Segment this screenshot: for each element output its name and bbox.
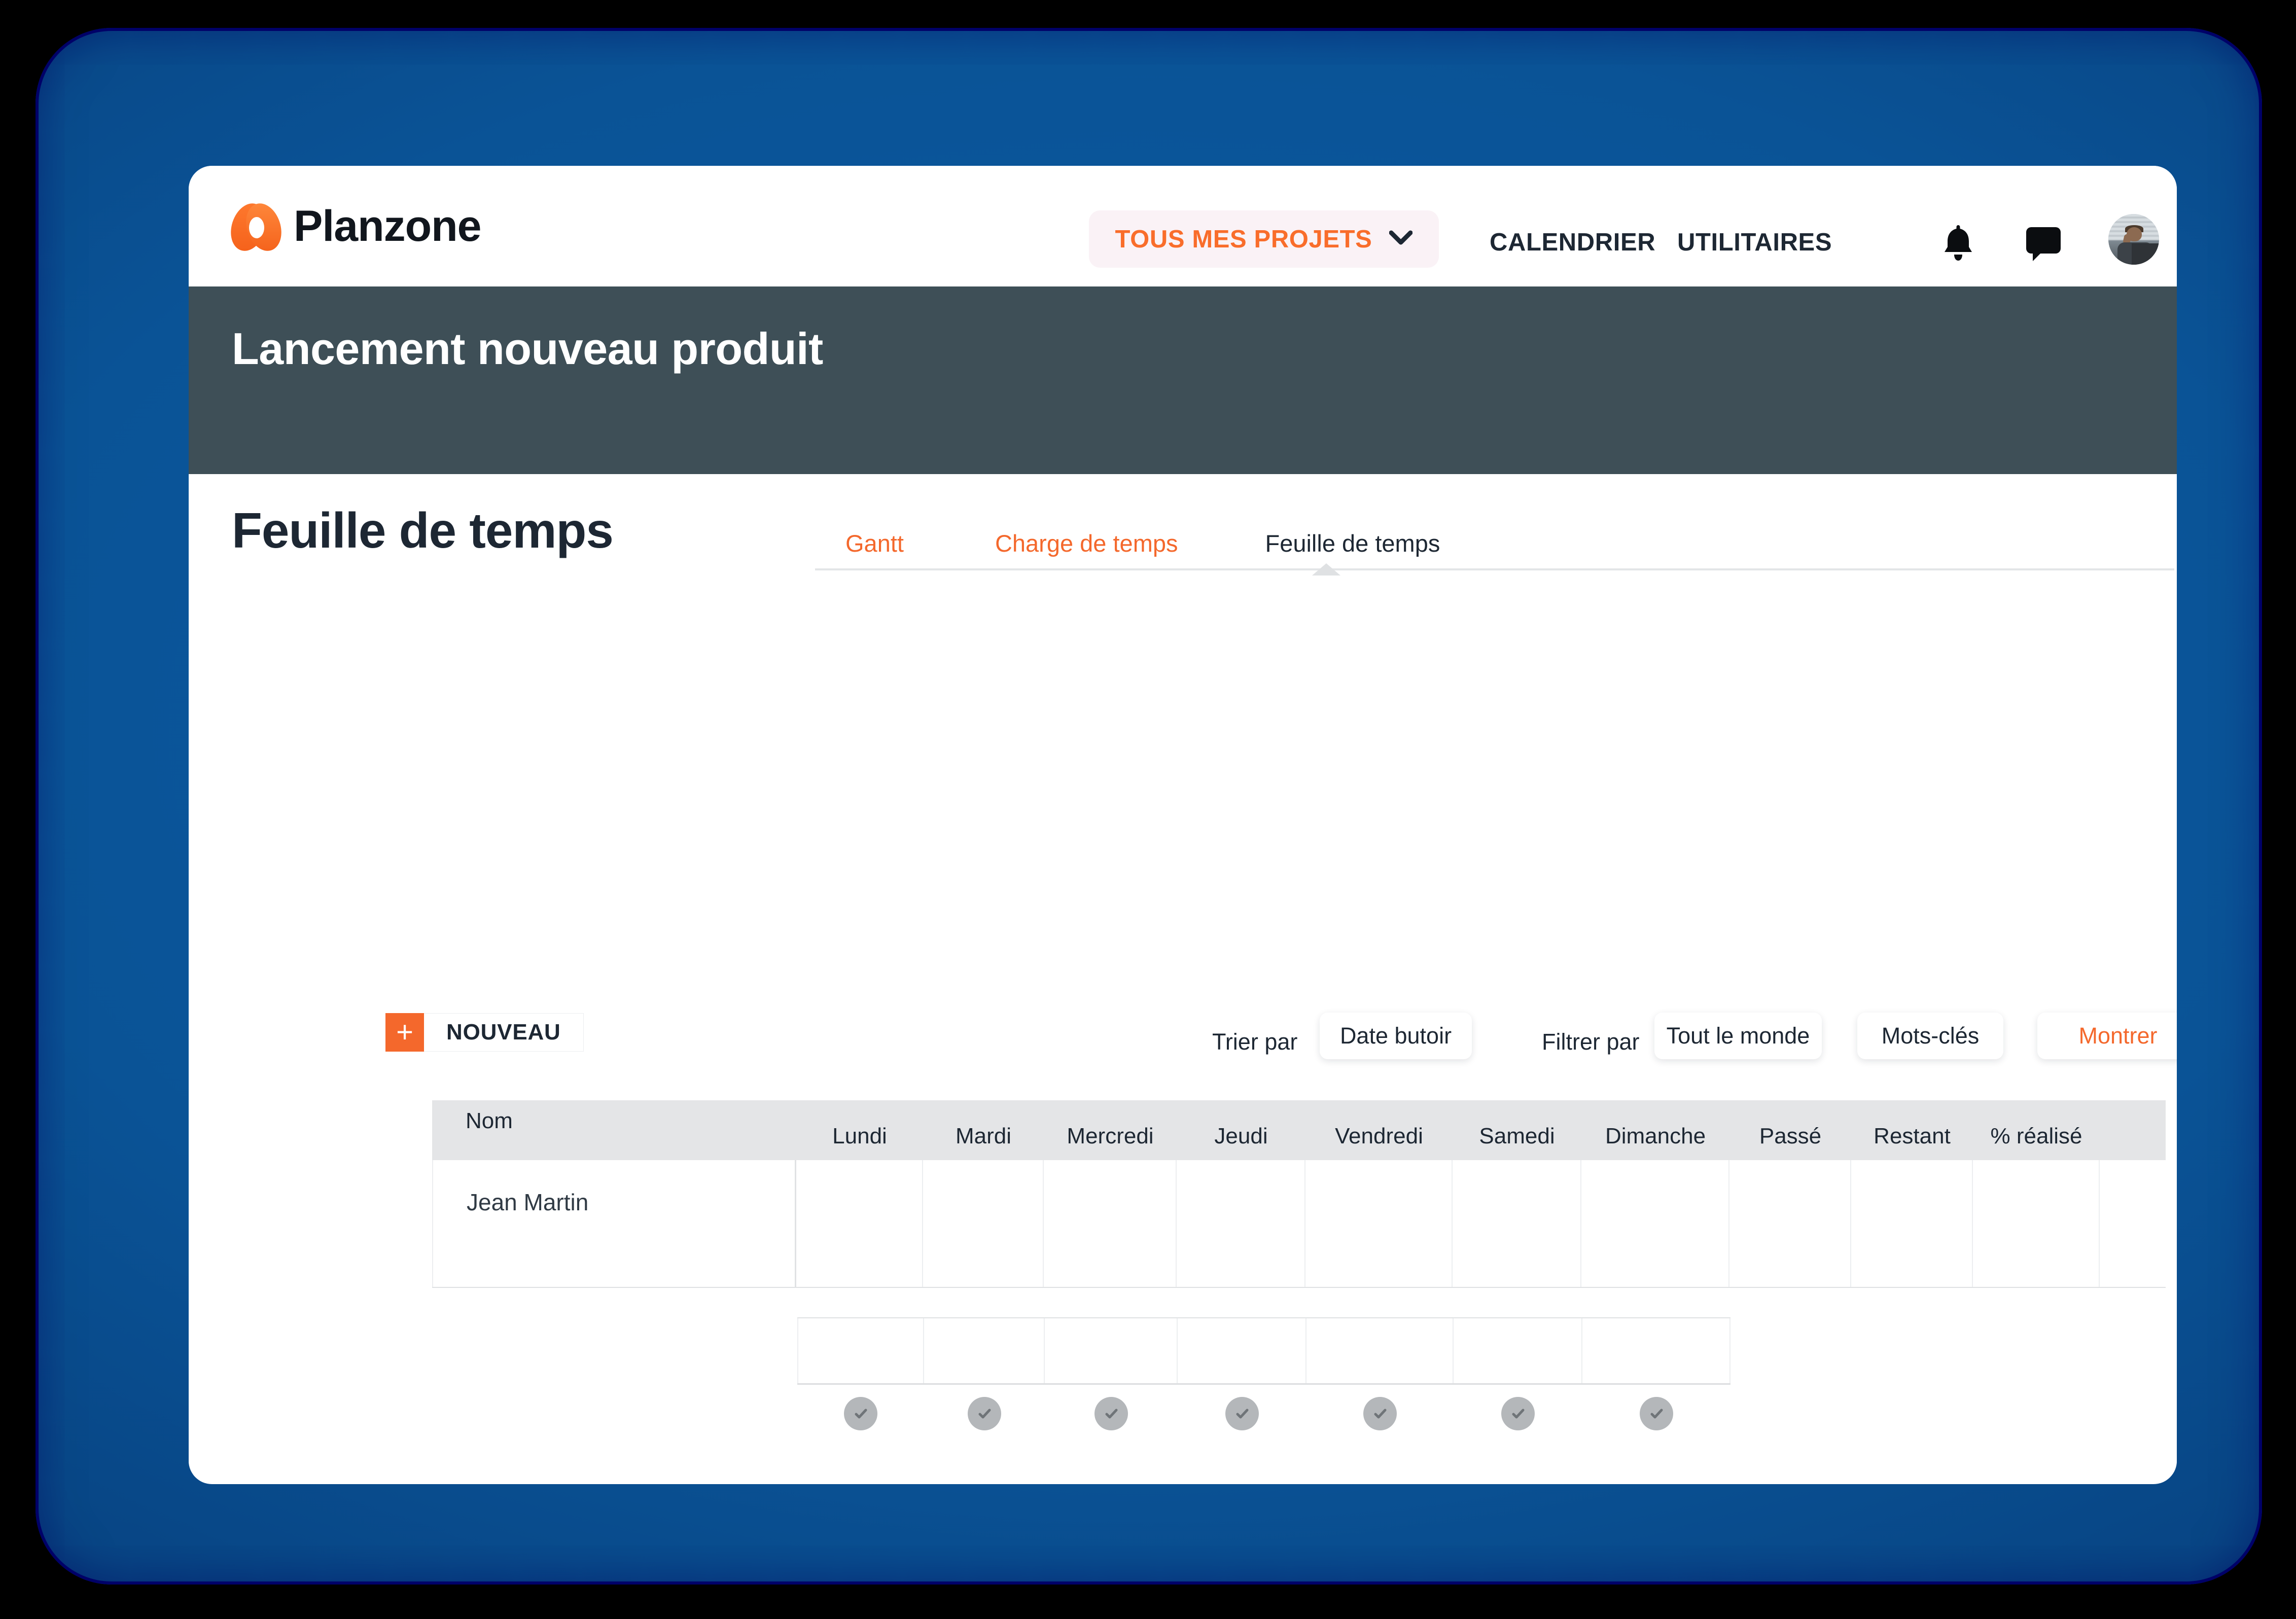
app-window: Planzone TOUS MES PROJETS CALENDRIER UTI… [189, 166, 2177, 1484]
plus-icon: + [385, 1013, 424, 1052]
filter-people-select[interactable]: Tout le monde [1654, 1013, 1822, 1059]
cell-lundi[interactable] [796, 1160, 923, 1287]
column-header-samedi[interactable]: Samedi [1453, 1124, 1581, 1160]
column-header-mardi[interactable]: Mardi [923, 1124, 1044, 1160]
chevron-down-icon [1389, 230, 1413, 248]
cell-restant[interactable] [1851, 1160, 1973, 1287]
page-project-title: Lancement nouveau produit [232, 323, 823, 374]
tab-charge-de-temps[interactable]: Charge de temps [995, 529, 1178, 557]
column-header-dimanche[interactable]: Dimanche [1581, 1124, 1729, 1160]
entry-cell[interactable] [1582, 1318, 1730, 1383]
active-tab-caret-icon [1312, 563, 1340, 575]
show-button[interactable]: Montrer [2037, 1013, 2177, 1059]
day-check-wrapper [924, 1397, 1045, 1430]
subtabs: Gantt Charge de temps Feuille de temps [815, 519, 2174, 570]
entry-cell[interactable] [797, 1318, 924, 1383]
entry-cell[interactable] [1045, 1318, 1178, 1383]
day-check-wrapper [1582, 1397, 1730, 1430]
cell-pass[interactable] [1729, 1160, 1851, 1287]
entry-cell[interactable] [1306, 1318, 1454, 1383]
entry-cell[interactable] [924, 1318, 1045, 1383]
planzone-logo-icon [225, 199, 288, 256]
tab-feuille-de-temps[interactable]: Feuille de temps [1265, 529, 1440, 557]
add-new-label: NOUVEAU [424, 1013, 584, 1052]
table-header-row: Nom Lundi Mardi Mercredi Jeudi Vendredi Samedi… [432, 1100, 2166, 1160]
avatar[interactable] [2108, 214, 2159, 265]
cell-r-alis[interactable] [1973, 1160, 2100, 1287]
timesheet-entry-row[interactable] [797, 1317, 1730, 1385]
sort-by-select[interactable]: Date butoir [1320, 1013, 1472, 1059]
project-header: Lancement nouveau produit Recherche [189, 286, 2177, 722]
entry-cell[interactable] [1454, 1318, 1582, 1383]
nav-utilitaires[interactable]: UTILITAIRES [1677, 228, 1832, 257]
check-icon[interactable] [968, 1397, 1001, 1430]
day-check-wrapper [1454, 1397, 1582, 1430]
check-icon[interactable] [1501, 1397, 1535, 1430]
timesheet-table: Nom Lundi Mardi Mercredi Jeudi Vendredi Samedi… [432, 1100, 2166, 1288]
filter-by-label: Filtrer par [1542, 1029, 1640, 1055]
column-header-nom[interactable]: Nom [432, 1108, 796, 1160]
brand-logo[interactable]: Planzone [225, 199, 482, 256]
cell-vendredi[interactable] [1305, 1160, 1453, 1287]
add-new-button[interactable]: + NOUVEAU [385, 1013, 584, 1052]
column-header-lundi[interactable]: Lundi [796, 1124, 923, 1160]
day-check-wrapper [797, 1397, 924, 1430]
sort-by-label: Trier par [1212, 1029, 1298, 1055]
day-check-row [797, 1397, 1730, 1430]
top-bar: Planzone TOUS MES PROJETS CALENDRIER UTI… [189, 166, 2177, 286]
column-header-restant[interactable]: Restant [1851, 1124, 1973, 1160]
day-check-wrapper [1306, 1397, 1454, 1430]
cell-name[interactable]: Jean Martin [432, 1160, 796, 1287]
check-icon[interactable] [844, 1397, 877, 1430]
column-header-pass[interactable]: Passé [1729, 1124, 1851, 1160]
tab-gantt[interactable]: Gantt [845, 529, 904, 557]
day-check-wrapper [1045, 1397, 1178, 1430]
device-frame: Planzone TOUS MES PROJETS CALENDRIER UTI… [36, 28, 2262, 1585]
column-header-vendredi[interactable]: Vendredi [1305, 1124, 1453, 1160]
cell-mercredi[interactable] [1044, 1160, 1177, 1287]
bell-icon[interactable] [1941, 223, 1975, 265]
page-title: Feuille de temps [232, 502, 614, 558]
nav-calendrier[interactable]: CALENDRIER [1490, 228, 1655, 257]
cell-samedi[interactable] [1453, 1160, 1581, 1287]
check-icon[interactable] [1225, 1397, 1259, 1430]
entry-cell[interactable] [1178, 1318, 1306, 1383]
column-header-mercredi[interactable]: Mercredi [1044, 1124, 1177, 1160]
brand-name: Planzone [294, 201, 482, 250]
cell-dimanche[interactable] [1581, 1160, 1729, 1287]
main-content: Feuille de temps Gantt Charge de temps F… [189, 474, 2177, 1483]
projects-select[interactable]: TOUS MES PROJETS [1089, 210, 1439, 268]
projects-select-label: TOUS MES PROJETS [1115, 225, 1372, 253]
chat-bubble-icon[interactable] [2025, 226, 2062, 265]
table-row[interactable]: Jean Martin [432, 1160, 2166, 1288]
day-check-wrapper [1178, 1397, 1306, 1430]
subtabs-rule [815, 568, 2174, 570]
column-header-jeudi[interactable]: Jeudi [1177, 1124, 1305, 1160]
cell-jeudi[interactable] [1177, 1160, 1305, 1287]
check-icon[interactable] [1094, 1397, 1128, 1430]
filter-keywords-select[interactable]: Mots-clés [1857, 1013, 2003, 1059]
check-icon[interactable] [1363, 1397, 1397, 1430]
check-icon[interactable] [1640, 1397, 1673, 1430]
cell-mardi[interactable] [923, 1160, 1044, 1287]
column-header-r-alis[interactable]: % réalisé [1973, 1124, 2100, 1160]
